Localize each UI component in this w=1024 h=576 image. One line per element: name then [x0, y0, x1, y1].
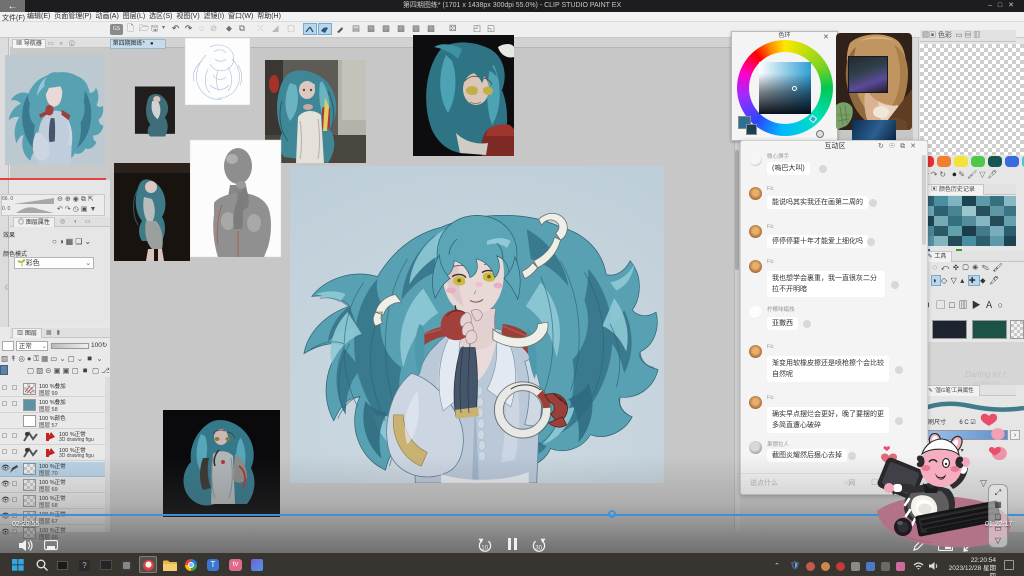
svg-text:10: 10 — [481, 544, 488, 551]
svg-text:30: 30 — [535, 544, 542, 551]
